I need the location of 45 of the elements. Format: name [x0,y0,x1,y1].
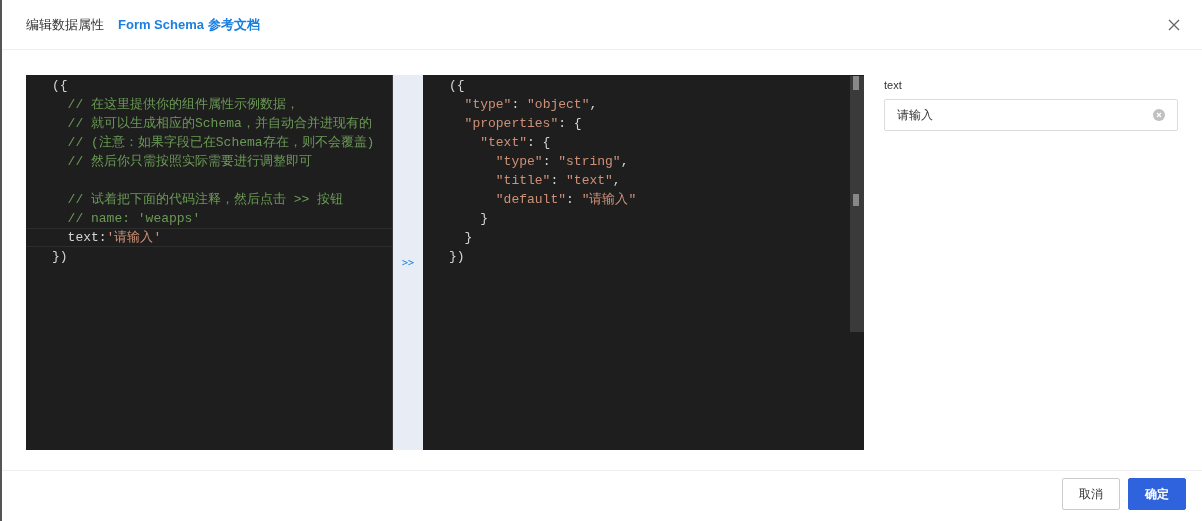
convert-button[interactable]: >> [399,255,416,270]
code-text: // (注意：如果字段已在Schema存在，则不会覆盖) [66,135,375,150]
code-text: : [542,154,552,169]
code-text: : { [558,116,582,131]
clear-icon[interactable] [1153,109,1165,121]
text-input[interactable]: 请输入 [884,99,1178,131]
code-text: } [479,211,488,226]
code-text: "properties" [463,116,559,131]
code-text: // name: 'weapps' [66,211,201,226]
code-text: : { [527,135,551,150]
code-text: "string" [558,154,621,169]
code-text: ({ [449,78,465,93]
schema-editor[interactable]: ({ "type": "object", "properties": { "text": { "type": "string", "title": "text", "default": "请输入" } } }) [423,75,864,450]
cancel-button[interactable]: 取消 [1062,478,1120,510]
code-editor[interactable]: ({ // 在这里提供你的组件属性示例数据， // 就可以生成相应的Schema，并自动合并进现有的 // (注意：如果字段已在Schema存在，则不会覆盖) // 然后你只需按照实际需要进行调整即可 // 试着把下面的代码注释，然后点击 >> 按钮 // name: 'weapps' text:'请输入' }) [26,75,393,450]
code-text: text: [66,230,107,245]
code-text: // 然后你只需按照实际需要进行调整即可 [66,154,312,169]
code-text: , [589,97,598,112]
code-text: ({ [52,78,68,93]
code-text: : [550,173,560,188]
code-text: "请输入" [581,192,637,207]
code-text: // 试着把下面的代码注释，然后点击 >> 按钮 [66,192,344,207]
code-text: , [620,154,629,169]
code-text: : [566,192,575,207]
code-text: "type" [463,97,512,112]
code-text: }) [52,249,68,264]
code-text: "text" [566,173,613,188]
code-text: "default" [494,192,567,207]
code-text: : [511,97,521,112]
close-icon[interactable] [1168,18,1180,31]
scrollbar[interactable] [850,76,864,332]
code-text: } [463,230,473,245]
code-text: // 就可以生成相应的Schema，并自动合并进现有的 [66,116,372,131]
documentation-link[interactable]: Form Schema 参考文档 [118,15,260,34]
code-text: '请输入' [106,230,162,245]
code-text: , [612,173,621,188]
code-text: }) [449,249,465,264]
code-text: "object" [527,97,590,112]
field-label: text [884,79,903,91]
dialog-title: 编辑数据属性 [26,15,104,34]
code-text: "title" [494,173,551,188]
code-text: "type" [494,154,543,169]
code-text: // 在这里提供你的组件属性示例数据， [66,97,299,112]
confirm-button[interactable]: 确定 [1128,478,1186,510]
code-text: "text" [479,135,527,150]
